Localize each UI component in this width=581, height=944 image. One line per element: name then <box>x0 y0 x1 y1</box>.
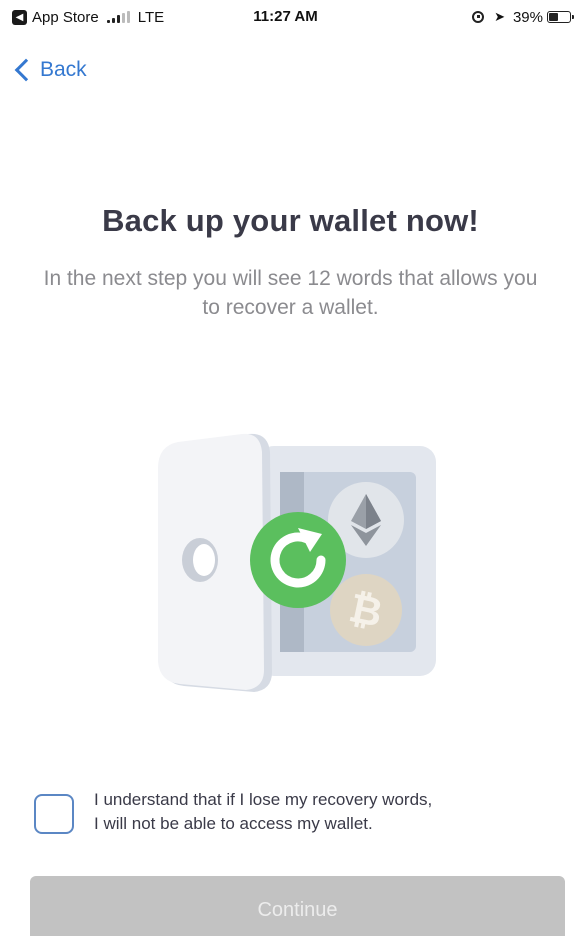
chevron-left-icon <box>14 58 38 82</box>
clock-label: 11:27 AM <box>253 8 318 25</box>
back-label: Back <box>40 58 87 81</box>
battery-fill <box>549 13 558 21</box>
status-bar: ◀ App Store LTE 11:27 AM ➤ 39% <box>0 0 581 34</box>
status-bar-left: ◀ App Store LTE <box>12 8 164 26</box>
vault-icon: ₿ <box>158 433 436 692</box>
location-icon: ➤ <box>494 9 505 24</box>
page-title: Back up your wallet now! <box>102 203 479 238</box>
agreement-checkbox[interactable] <box>34 794 74 834</box>
vault-illustration: ₿ <box>140 420 460 710</box>
back-button[interactable]: Back <box>12 55 87 85</box>
back-to-app-icon[interactable]: ◀ <box>12 9 27 25</box>
back-to-app-label[interactable]: App Store <box>32 9 99 26</box>
status-bar-right: ➤ 39% <box>472 8 574 26</box>
agreement-text[interactable]: I understand that if I lose my recovery … <box>94 788 564 836</box>
signal-icon <box>106 11 130 23</box>
network-label: LTE <box>137 8 165 26</box>
agreement-row[interactable]: I understand that if I lose my recovery … <box>34 788 564 848</box>
orientation-lock-icon <box>472 11 485 23</box>
battery-icon <box>547 11 574 23</box>
continue-button[interactable]: Continue <box>30 876 565 936</box>
agreement-text-line-2: I will not be able to access my wallet. <box>94 814 373 833</box>
refresh-icon <box>250 512 346 608</box>
agreement-text-line-1: I understand that if I lose my recovery … <box>94 790 433 809</box>
page-subtitle: In the next step you will see 12 words t… <box>43 267 538 319</box>
battery-percentage: 39% <box>512 8 543 26</box>
bitcoin-coin-icon: ₿ <box>330 574 402 646</box>
